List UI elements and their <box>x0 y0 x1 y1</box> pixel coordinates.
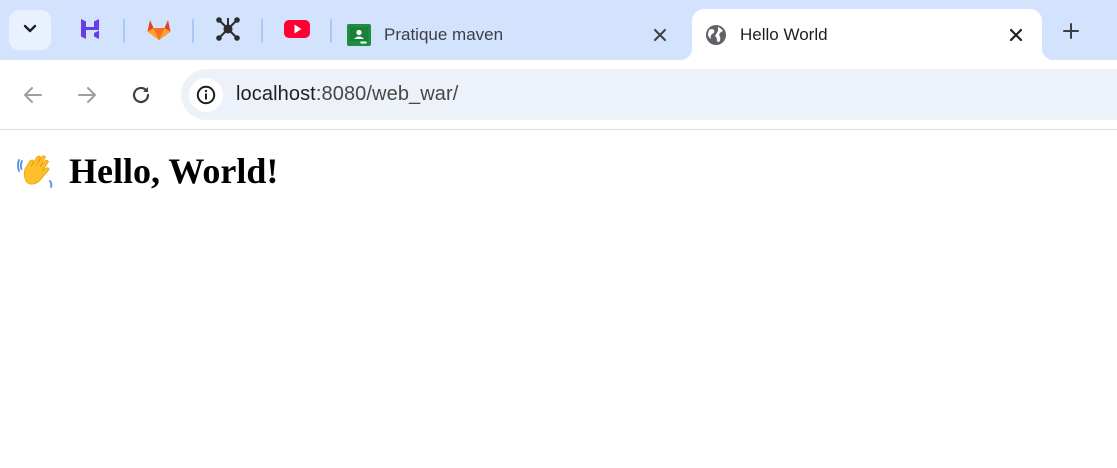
tab-pratique-maven[interactable]: Pratique maven <box>338 9 688 60</box>
forward-button[interactable] <box>72 80 102 110</box>
pinned-tab-graph[interactable] <box>211 14 245 48</box>
globe-icon <box>704 23 728 47</box>
reload-icon <box>132 86 150 104</box>
browser-window: Pratique maven Hello World localhost:808… <box>0 0 1117 468</box>
arrow-right-icon <box>78 87 96 103</box>
tab-separator <box>330 19 332 43</box>
reload-button[interactable] <box>126 80 156 110</box>
tab-search-button[interactable] <box>9 10 51 50</box>
tab-separator <box>123 19 125 43</box>
youtube-icon <box>284 19 310 44</box>
page-heading: Hello, World! <box>17 149 278 201</box>
page-content: Hello, World! <box>0 131 1117 468</box>
tab-title: Pratique maven <box>384 24 504 44</box>
tab-strip: Pratique maven Hello World <box>0 0 1117 60</box>
url-path: :8080/web_war/ <box>315 83 459 105</box>
info-icon <box>196 85 216 105</box>
google-classroom-icon <box>347 23 371 47</box>
heading-text: Hello, World! <box>69 151 279 191</box>
new-tab-button[interactable] <box>1056 16 1086 46</box>
site-info-button[interactable] <box>189 78 223 112</box>
chevron-down-icon <box>22 20 38 41</box>
back-button[interactable] <box>18 80 48 110</box>
url-host: localhost <box>236 83 316 105</box>
tab-title: Hello World <box>740 24 828 44</box>
tab-hello-world[interactable]: Hello World <box>692 9 1042 60</box>
tab-separator <box>192 19 194 43</box>
address-bar[interactable]: localhost:8080/web_war/ <box>181 69 1117 120</box>
waving-hand-icon <box>17 151 57 201</box>
graph-network-icon <box>215 16 241 47</box>
close-tab-button[interactable] <box>648 23 672 47</box>
close-icon <box>654 28 666 41</box>
tab-separator <box>261 19 263 43</box>
plus-icon <box>1063 23 1079 39</box>
close-tab-button[interactable] <box>1004 23 1028 47</box>
pinned-tab-youtube[interactable] <box>280 14 314 48</box>
pinned-tab-hostinger[interactable] <box>73 14 107 48</box>
arrow-left-icon <box>24 87 42 103</box>
hostinger-icon <box>78 17 102 46</box>
url-text[interactable]: localhost:8080/web_war/ <box>236 83 458 106</box>
pinned-tab-gitlab[interactable] <box>142 14 176 48</box>
toolbar: localhost:8080/web_war/ <box>0 60 1117 130</box>
close-icon <box>1009 28 1023 41</box>
gitlab-icon <box>146 17 172 46</box>
